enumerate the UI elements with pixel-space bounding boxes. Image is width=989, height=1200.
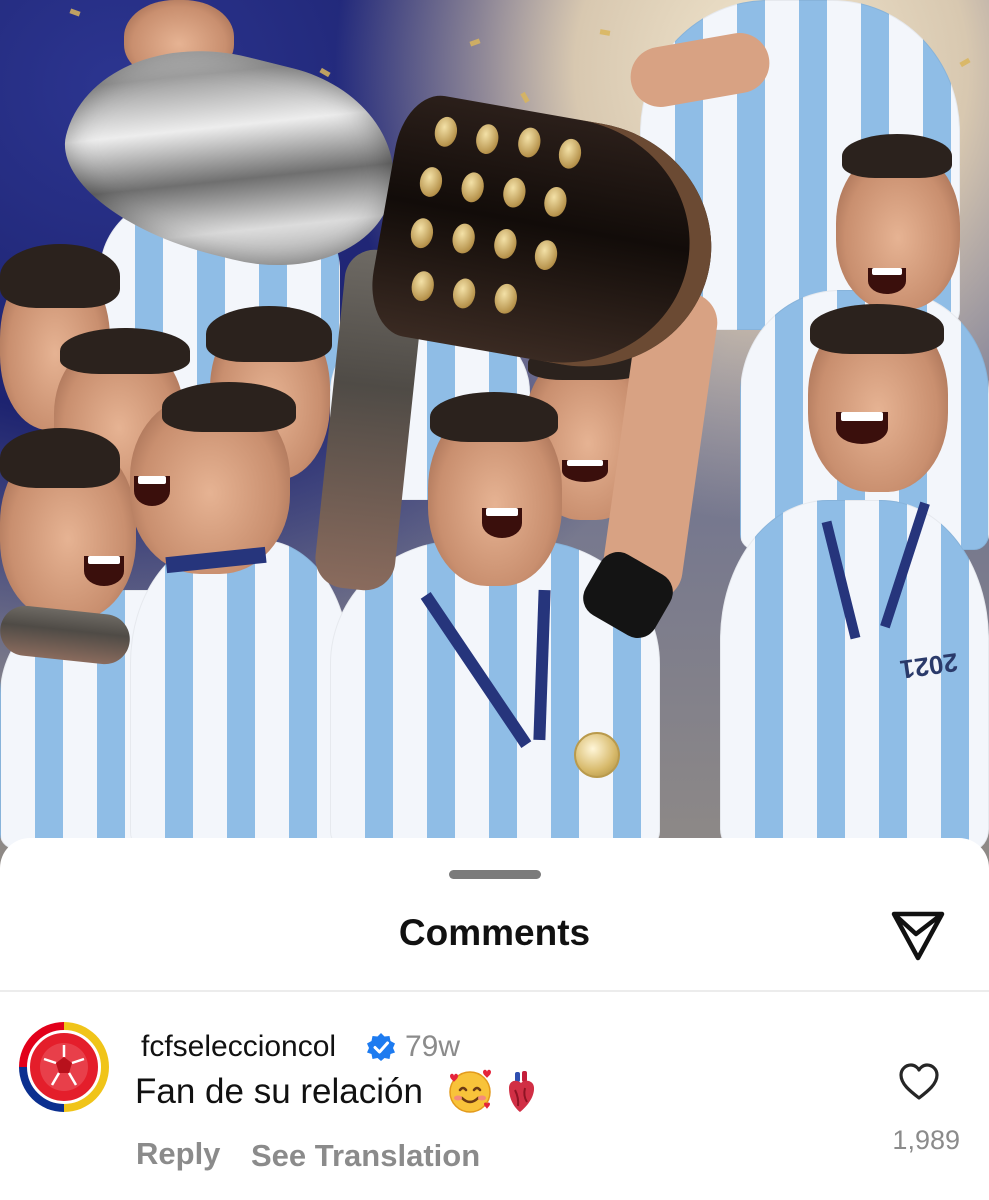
avatar[interactable] xyxy=(19,1022,109,1112)
divider xyxy=(0,990,989,992)
confetti xyxy=(959,57,971,68)
post-photo: 2021 xyxy=(0,0,989,870)
comment-text: Fan de su relación xyxy=(135,1072,423,1111)
heart-icon[interactable] xyxy=(898,1062,940,1102)
verified-badge-icon xyxy=(367,1033,395,1061)
smiling-face-with-hearts-icon xyxy=(449,1069,491,1113)
medal xyxy=(574,732,620,778)
confetti xyxy=(69,8,81,17)
anatomical-heart-icon xyxy=(509,1071,535,1112)
confetti xyxy=(599,29,611,36)
like-count: 1,989 xyxy=(892,1125,960,1155)
see-translation-button[interactable]: See Translation xyxy=(251,1138,480,1174)
comment-timestamp: 79w xyxy=(405,1030,461,1063)
sheet-title: Comments xyxy=(398,912,591,953)
confetti xyxy=(319,67,331,78)
comment-username[interactable]: fcfseleccioncol xyxy=(141,1030,336,1064)
confetti xyxy=(469,38,481,47)
reply-button[interactable]: Reply xyxy=(136,1136,220,1172)
confetti xyxy=(520,91,530,104)
sheet-drag-handle[interactable] xyxy=(449,870,541,879)
colombia-federation-logo-icon xyxy=(27,1030,101,1104)
send-icon[interactable] xyxy=(888,908,948,964)
